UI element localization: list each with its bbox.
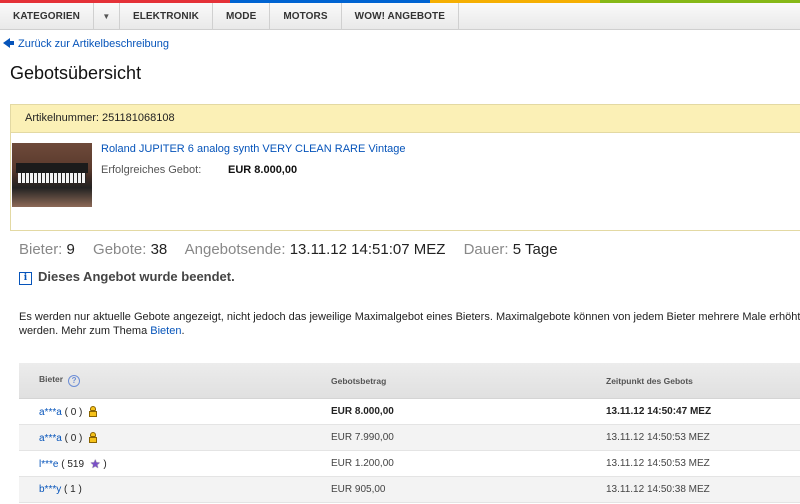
back-link-label: Zurück zur Artikelbeschreibung — [18, 38, 170, 50]
brand-stripe-green — [600, 0, 800, 3]
note-line-1: Es werden nur aktuelle Gebote angezeigt,… — [19, 311, 800, 323]
bid-time: 13.11.12 14:50:53 MEZ — [606, 450, 800, 477]
brand-stripe-blue — [230, 0, 430, 3]
bid-amount: EUR 1.200,00 — [331, 450, 606, 477]
bid-amount: EUR 905,00 — [331, 476, 606, 503]
note-line-2: werden. Mehr zum Thema Bieten. — [19, 324, 800, 338]
help-icon[interactable]: ? — [68, 375, 81, 387]
end-label: Angebotsende: — [184, 241, 286, 258]
back-to-item-link[interactable]: Zurück zur Artikelbeschreibung — [3, 38, 169, 50]
bieten-link[interactable]: Bieten — [150, 325, 181, 337]
item-number: Artikelnummer: 251181068108 — [11, 105, 800, 133]
top-navigation: KATEGORIEN ▼ ELEKTRONIK MODE MOTORS WOW!… — [0, 0, 800, 30]
nav-item-motors[interactable]: MOTORS — [270, 3, 342, 30]
nav-item-mode[interactable]: MODE — [213, 3, 271, 30]
bid-history-table: Bieter? Gebotsbetrag Zeitpunkt des Gebot… — [19, 363, 800, 503]
info-icon: i — [19, 272, 32, 285]
col-header-amount: Gebotsbetrag — [331, 363, 606, 399]
bidder-header-label: Bieter — [39, 374, 64, 384]
nav-item-wow-angebote[interactable]: WOW! ANGEBOTE — [342, 3, 460, 30]
new-member-icon — [88, 431, 98, 443]
auction-stats: Bieter: 9 Gebote: 38 Angebotsende: 13.11… — [19, 241, 558, 258]
chevron-down-icon[interactable]: ▼ — [94, 3, 120, 30]
table-row: b***y ( 1 ) EUR 905,00 13.11.12 14:50:38… — [19, 476, 800, 503]
table-row: a***a ( 0 ) EUR 8.000,00 13.11.12 14:50:… — [19, 398, 800, 425]
bid-info-note: Es werden nur aktuelle Gebote angezeigt,… — [19, 310, 800, 338]
col-header-time: Zeitpunkt des Gebots — [606, 363, 800, 399]
bid-amount: EUR 7.990,00 — [331, 424, 606, 451]
bid-time: 13.11.12 14:50:47 MEZ — [606, 398, 800, 425]
bidders-value: 9 — [66, 241, 75, 258]
item-thumbnail[interactable] — [12, 143, 92, 207]
auction-ended-notice: i Dieses Angebot wurde beendet. — [19, 269, 235, 285]
table-row: a***a ( 0 ) EUR 7.990,00 13.11.12 14:50:… — [19, 424, 800, 451]
nav-item-kategorien[interactable]: KATEGORIEN — [0, 3, 94, 30]
feedback-score[interactable]: 519 — [67, 459, 84, 470]
bid-amount: EUR 8.000,00 — [331, 398, 606, 425]
bid-time: 13.11.12 14:50:53 MEZ — [606, 424, 800, 451]
bidder-link[interactable]: a***a — [39, 433, 62, 444]
page-title: Gebotsübersicht — [10, 63, 142, 83]
ended-text: Dieses Angebot wurde beendet. — [38, 269, 235, 284]
brand-stripe-yellow — [430, 0, 600, 3]
back-arrow-tail — [9, 41, 14, 45]
table-row: l***e ( 519 ★ ) EUR 1.200,00 13.11.12 14… — [19, 450, 800, 477]
bids-label: Gebote: — [93, 241, 147, 258]
note-text-2: werden. Mehr zum Thema — [19, 325, 148, 337]
purple-star-icon[interactable]: ★ — [90, 457, 101, 471]
bidder-link[interactable]: b***y — [39, 484, 61, 495]
nav-item-elektronik[interactable]: ELEKTRONIK — [120, 3, 213, 30]
bidder-link[interactable]: a***a — [39, 407, 62, 418]
item-summary-box: Artikelnummer: 251181068108 Roland JUPIT… — [10, 104, 800, 231]
item-title-link[interactable]: Roland JUPITER 6 analog synth VERY CLEAN… — [101, 143, 406, 155]
winning-bid-value: EUR 8.000,00 — [228, 164, 298, 176]
duration-label: Dauer: — [463, 241, 509, 258]
bidder-link[interactable]: l***e — [39, 459, 58, 470]
bidders-label: Bieter: — [19, 241, 63, 258]
bids-value: 38 — [150, 241, 168, 258]
note-end: . — [181, 325, 185, 337]
new-member-icon — [88, 405, 98, 417]
winning-bid-label: Erfolgreiches Gebot: — [101, 164, 202, 176]
synth-keys-shape — [18, 173, 86, 183]
duration-value: 5 Tage — [512, 241, 558, 258]
synth-panel-shape — [16, 163, 88, 173]
bid-time: 13.11.12 14:50:38 MEZ — [606, 476, 800, 503]
col-header-bidder: Bieter? — [19, 363, 331, 399]
end-value: 13.11.12 14:51:07 MEZ — [289, 241, 446, 258]
